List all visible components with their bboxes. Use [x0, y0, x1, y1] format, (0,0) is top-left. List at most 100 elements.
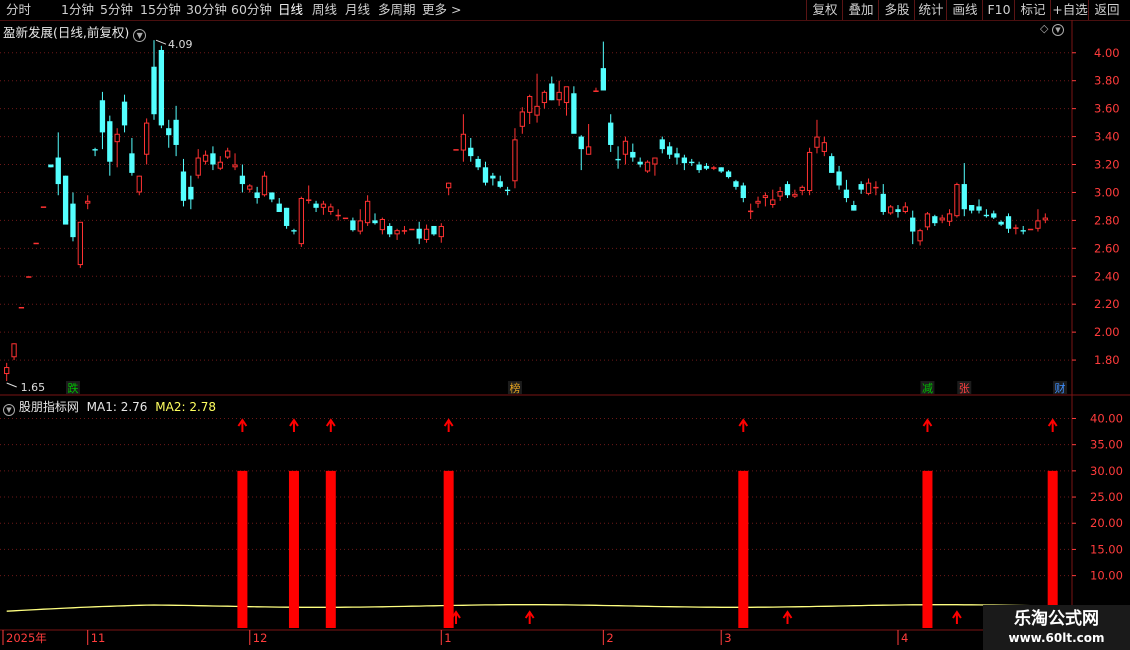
candle-body: [563, 86, 570, 104]
watermark-title: 乐淘公式网: [1014, 609, 1099, 629]
candle-body: [549, 83, 555, 101]
indicator-tick-label: 20.00: [1090, 516, 1123, 530]
candle-body: [468, 147, 474, 157]
candle-body: [711, 167, 717, 169]
candle-body: [873, 186, 879, 189]
main-panel-header: 盈新发展(日线,前复权) ▼: [3, 22, 147, 42]
candle-body: [114, 133, 120, 143]
signal-bar: [325, 470, 336, 628]
candle-body: [298, 198, 304, 245]
panel-menu-icon[interactable]: ▼: [1051, 24, 1064, 36]
candle-body: [608, 122, 614, 145]
candle-body: [851, 205, 857, 211]
candle-body: [666, 146, 673, 155]
date-label: 3: [724, 631, 731, 645]
candle-body: [998, 221, 1004, 225]
candle-body: [762, 195, 769, 199]
signal-bar: [288, 470, 299, 628]
candle-body: [644, 161, 651, 172]
candle-body: [843, 189, 850, 199]
candle-body: [703, 165, 710, 169]
candle-body: [1013, 227, 1019, 229]
candle-body: [961, 184, 967, 210]
candle-body: [26, 276, 32, 278]
indicator-menu-icon[interactable]: ▼: [3, 404, 15, 416]
indicator-header: ▼ 股朋指标网 MA1: 2.76 MA2: 2.78: [3, 398, 216, 416]
candle-body: [453, 149, 459, 151]
candle-body: [350, 220, 356, 231]
candle-body: [792, 193, 798, 197]
price-tick-label: 3.20: [1094, 158, 1120, 172]
candle-body: [519, 111, 525, 127]
candle-body: [895, 209, 901, 212]
candle-body: [291, 230, 297, 232]
candle-body: [497, 181, 503, 187]
candle-body: [107, 121, 113, 162]
stock-chart[interactable]: 跌 榜 减 张 财 4.00 3.80 3.60 3.40 3.20 3.00 2.80 2.60 2.…: [0, 0, 1130, 650]
ma-line: [6, 604, 1046, 612]
diamond-icon[interactable]: ◇: [1040, 22, 1048, 35]
candle-body: [836, 171, 842, 186]
date-label: 12: [253, 631, 268, 645]
candle-body: [195, 157, 201, 176]
candle-body: [770, 199, 776, 206]
low-pointer: [6, 382, 17, 388]
price-tick-label: 1.80: [1094, 353, 1120, 367]
candle-body: [799, 186, 805, 192]
candle-body: [615, 158, 621, 161]
candle-body: [1020, 230, 1026, 232]
price-tick-label: 2.40: [1094, 269, 1120, 283]
candle-body: [335, 214, 341, 217]
candle-body: [740, 185, 746, 199]
indicator-tick-label: 35.00: [1090, 438, 1123, 452]
chevron-down-icon[interactable]: ▼: [133, 29, 147, 42]
candle-body: [247, 185, 253, 190]
candle-body: [239, 175, 246, 185]
candle-body: [1035, 220, 1041, 229]
candle-body: [269, 192, 275, 200]
candle-body: [534, 105, 540, 116]
candle-body: [681, 157, 688, 164]
candle-body: [622, 140, 629, 155]
panel-options-icons[interactable]: ◇ ▼: [1040, 22, 1064, 36]
candle-body: [99, 100, 106, 133]
candle-body: [593, 90, 599, 92]
event-marker: 减: [922, 382, 933, 395]
low-label: 1.65: [21, 381, 46, 394]
candle-body: [806, 151, 813, 192]
ma2-label: MA2: 2.78: [155, 400, 217, 414]
price-tick-label: 3.40: [1094, 130, 1120, 144]
candle-body: [674, 153, 680, 158]
event-marker: 张: [959, 382, 970, 395]
price-tick-label: 2.80: [1094, 213, 1120, 227]
candle-body: [225, 150, 231, 158]
candle-body: [261, 175, 268, 196]
candle-body: [423, 228, 430, 240]
indicator-series: [6, 418, 1058, 628]
event-marker: 跌: [67, 381, 78, 395]
candle-body: [394, 230, 400, 235]
candle-body: [490, 175, 496, 179]
candle-body: [696, 164, 702, 171]
candle-body: [143, 122, 150, 155]
candle-body: [416, 228, 422, 239]
stock-title: 盈新发展(日线,前复权): [3, 25, 130, 40]
candle-body: [637, 161, 643, 165]
candle-body: [910, 217, 916, 232]
candle-body: [217, 161, 223, 169]
candle-body: [328, 206, 334, 213]
candle-body: [1027, 228, 1034, 231]
candle-body: [880, 193, 886, 212]
candle-body: [784, 184, 791, 196]
candle-body: [188, 186, 194, 200]
candle-body: [401, 230, 408, 232]
indicator-tick-label: 30.00: [1090, 464, 1123, 478]
candle-body: [504, 189, 511, 192]
candle-body: [342, 217, 349, 220]
candle-body: [954, 184, 960, 217]
price-tick-label: 3.60: [1094, 102, 1120, 116]
watermark-url: www.60lt.com: [1008, 631, 1105, 645]
candle-body: [777, 191, 783, 197]
candle-body: [460, 133, 467, 151]
candle-body: [40, 206, 47, 208]
